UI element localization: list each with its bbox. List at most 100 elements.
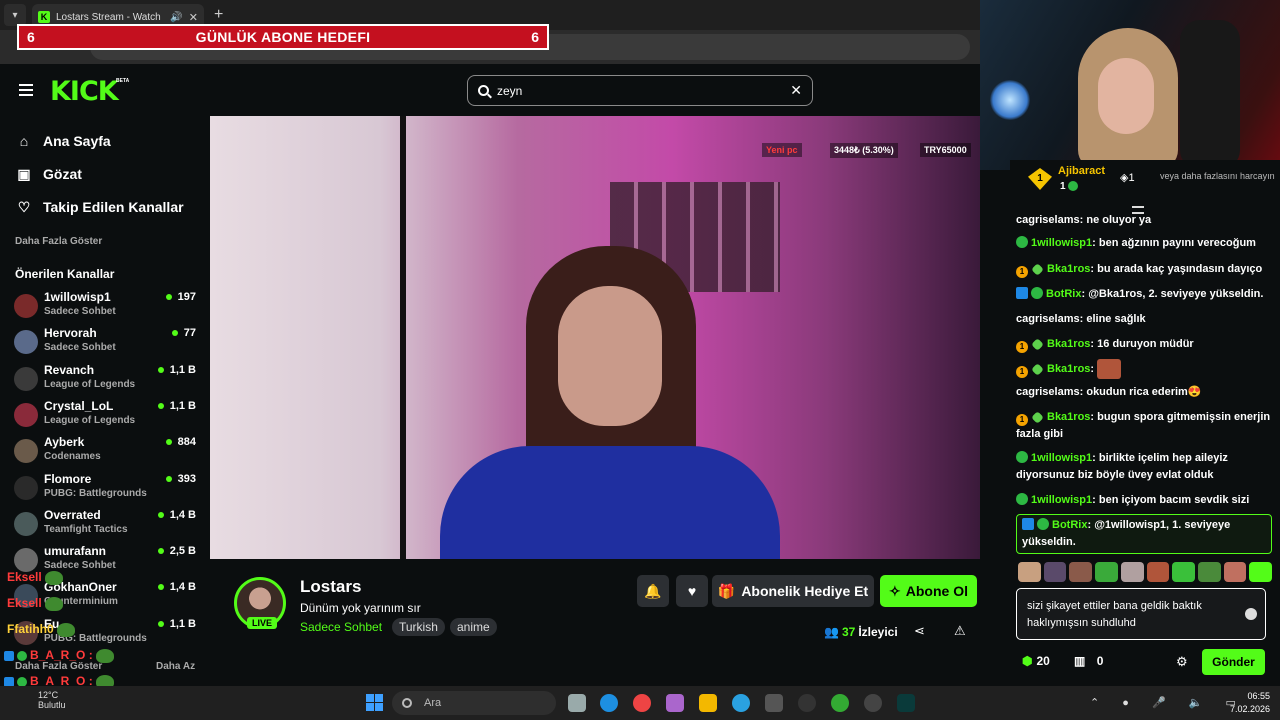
gift-count[interactable]: ▥ 0 [1074, 654, 1103, 668]
menu-icon[interactable] [19, 84, 33, 96]
sidebar-channel[interactable]: Ayberk Codenames 884 [14, 435, 200, 469]
live-dot-icon [165, 439, 172, 446]
terminal-icon[interactable] [765, 694, 783, 712]
chat-input[interactable]: sizi şikayet ettiler bana geldik baktık … [1016, 588, 1266, 640]
chrome-icon[interactable] [633, 694, 651, 712]
chat-username[interactable]: BotRix [1052, 519, 1087, 531]
subscriber-goal-banner: 6 GÜNLÜK ABONE HEDEFI 6 [17, 24, 549, 50]
channel-points[interactable]: ⬢ 20 [1022, 654, 1050, 668]
gift-sub-button[interactable]: 🎁 Abonelik Hediye Et [712, 575, 874, 607]
chat-colon: : [1090, 362, 1098, 375]
follow-button[interactable]: ♥ [676, 575, 708, 607]
tab-search-button[interactable]: ▾ [4, 4, 26, 26]
emote[interactable] [1018, 562, 1041, 582]
app-icon[interactable] [897, 694, 915, 712]
show-less-link[interactable]: Daha Az [156, 661, 195, 672]
clear-search-icon[interactable]: ✕ [790, 82, 802, 99]
emote[interactable] [1249, 562, 1273, 582]
chat-message[interactable]: cagriselams: ne oluyor ya [1016, 212, 1272, 229]
taskbar-search[interactable]: Ara [392, 691, 556, 715]
search-box[interactable]: ✕ [467, 75, 813, 106]
chat-username[interactable]: 1willowisp1 [1031, 237, 1092, 249]
chat-message[interactable]: 1 Bka1ros: bu arada kaç yaşındasın dayıço [1016, 261, 1272, 278]
kick-logo[interactable]: KICK [50, 76, 119, 107]
channel-viewers: 1,1 B [157, 400, 196, 412]
sidebar-channel[interactable]: 1willowisp1 Sadece Sohbet 197 [14, 290, 200, 324]
live-dot-icon [157, 584, 164, 591]
clock[interactable]: 06:55 7.02.2026 [1212, 690, 1270, 716]
chrome-profile-icon[interactable] [831, 694, 849, 712]
streamer-name[interactable]: Lostars [300, 577, 361, 597]
chat-message[interactable]: 1willowisp1: birlikte içelim hep aileyiz… [1016, 450, 1272, 484]
file-explorer-icon[interactable] [699, 694, 717, 712]
edge-icon[interactable] [600, 694, 618, 712]
chat-username[interactable]: cagriselams [1016, 386, 1080, 398]
obs-icon[interactable] [798, 694, 816, 712]
chat-username[interactable]: BotRix [1046, 288, 1081, 300]
sidebar-channel[interactable]: Crystal_LoL League of Legends 1,1 B [14, 399, 200, 433]
share-icon[interactable]: ⋖ [914, 623, 925, 639]
chat-username[interactable]: Bka1ros [1047, 263, 1090, 275]
chat-message[interactable]: BotRix: @1willowisp1, 1. seviyeye yüksel… [1016, 514, 1272, 554]
sidebar-item-browse[interactable]: ▣ Gözat [16, 166, 82, 182]
stream-category[interactable]: Sadece Sohbet [300, 620, 382, 634]
chat-username[interactable]: Bka1ros [1047, 338, 1090, 350]
chat-username[interactable]: Bka1ros [1047, 363, 1090, 375]
telegram-icon[interactable] [732, 694, 750, 712]
emote[interactable] [1069, 562, 1093, 582]
emote[interactable] [1146, 562, 1170, 582]
chat-message[interactable]: 1willowisp1: ben içiyom bacım sevdik siz… [1016, 492, 1272, 509]
chat-username[interactable]: cagriselams [1016, 313, 1080, 325]
bot-badge-icon [1016, 287, 1028, 299]
sidebar-item-home[interactable]: ⌂ Ana Sayfa [16, 133, 111, 149]
chat-message[interactable]: 1 Bka1ros: bugun spora gitmemişsin enerji… [1016, 409, 1272, 443]
tag-turkish[interactable]: Turkish [392, 618, 445, 636]
task-view-icon[interactable] [568, 694, 586, 712]
emoji-icon[interactable] [1245, 608, 1257, 620]
show-more-link[interactable]: Daha Fazla Göster [15, 236, 102, 247]
windows-start-icon[interactable] [366, 694, 383, 711]
sparkle-icon: ✧ [889, 582, 901, 599]
video-player[interactable]: Yeni pc 3448₺ (5.30%) TRY65000 [210, 116, 980, 559]
emote[interactable] [1120, 562, 1144, 582]
sidebar-channel[interactable]: Hervorah Sadece Sohbet 77 [14, 326, 200, 360]
search-input[interactable] [497, 83, 791, 98]
overlay-chat-user: Ffatihh0 [7, 622, 54, 636]
channel-avatar [14, 511, 38, 536]
close-tab-icon[interactable]: ✕ [189, 11, 198, 24]
chat-username[interactable]: 1willowisp1 [1031, 452, 1092, 464]
sidebar-channel[interactable]: Overrated Teamfight Tactics 1,4 B [14, 508, 200, 542]
emote[interactable] [1197, 562, 1221, 582]
chat-message[interactable]: cagriselams: okudun rica ederim😍 [1016, 384, 1272, 401]
copilot-icon[interactable] [666, 694, 684, 712]
chat-message[interactable]: 1 Bka1ros: 16 duruyon müdür [1016, 336, 1272, 353]
sidebar-item-following[interactable]: ♡ Takip Edilen Kanallar [16, 199, 184, 215]
emote[interactable] [1095, 562, 1118, 582]
emote[interactable] [1223, 562, 1247, 582]
emote[interactable] [1043, 562, 1067, 582]
pinned-user[interactable]: Ajibaract [1058, 165, 1105, 177]
tag-anime[interactable]: anime [450, 618, 497, 636]
sidebar-channel[interactable]: Revanch League of Legends 1,1 B [14, 363, 200, 397]
chat-username[interactable]: 1willowisp1 [1031, 494, 1092, 506]
chat-message[interactable]: 1 Bka1ros: [1016, 359, 1272, 379]
report-icon[interactable]: ⚠ [954, 623, 966, 639]
sidebar-channel[interactable]: Flomore PUBG: Battlegrounds 393 [14, 472, 200, 506]
chat-message[interactable]: cagriselams: eline sağlık [1016, 311, 1272, 328]
weather-widget[interactable]: 12°C Bulutlu [38, 690, 66, 710]
chat-username[interactable]: Bka1ros [1047, 411, 1090, 423]
channel-name: Overrated [44, 507, 101, 522]
speaker-icon[interactable]: 🔊 [170, 12, 182, 23]
send-button[interactable]: Gönder [1202, 649, 1265, 675]
chat-message[interactable]: BotRix: @Bka1ros, 2. seviyeye yükseldin. [1016, 286, 1272, 303]
gear-icon[interactable]: ⚙ [1176, 654, 1188, 670]
chat-message[interactable]: 1willowisp1: ben ağzının payını verecoğu… [1016, 235, 1272, 252]
new-tab-button[interactable]: + [214, 6, 223, 24]
subscribe-button[interactable]: ✧ Abone Ol [880, 575, 977, 607]
notification-button[interactable]: 🔔 [637, 575, 669, 607]
channel-category: Sadece Sohbet [44, 342, 116, 354]
emote[interactable] [1172, 562, 1195, 582]
app-icon[interactable] [864, 694, 882, 712]
chat-username[interactable]: cagriselams [1016, 214, 1080, 226]
chat-message-text: @Bka1ros, 2. seviyeye yükseldin. [1088, 288, 1264, 300]
